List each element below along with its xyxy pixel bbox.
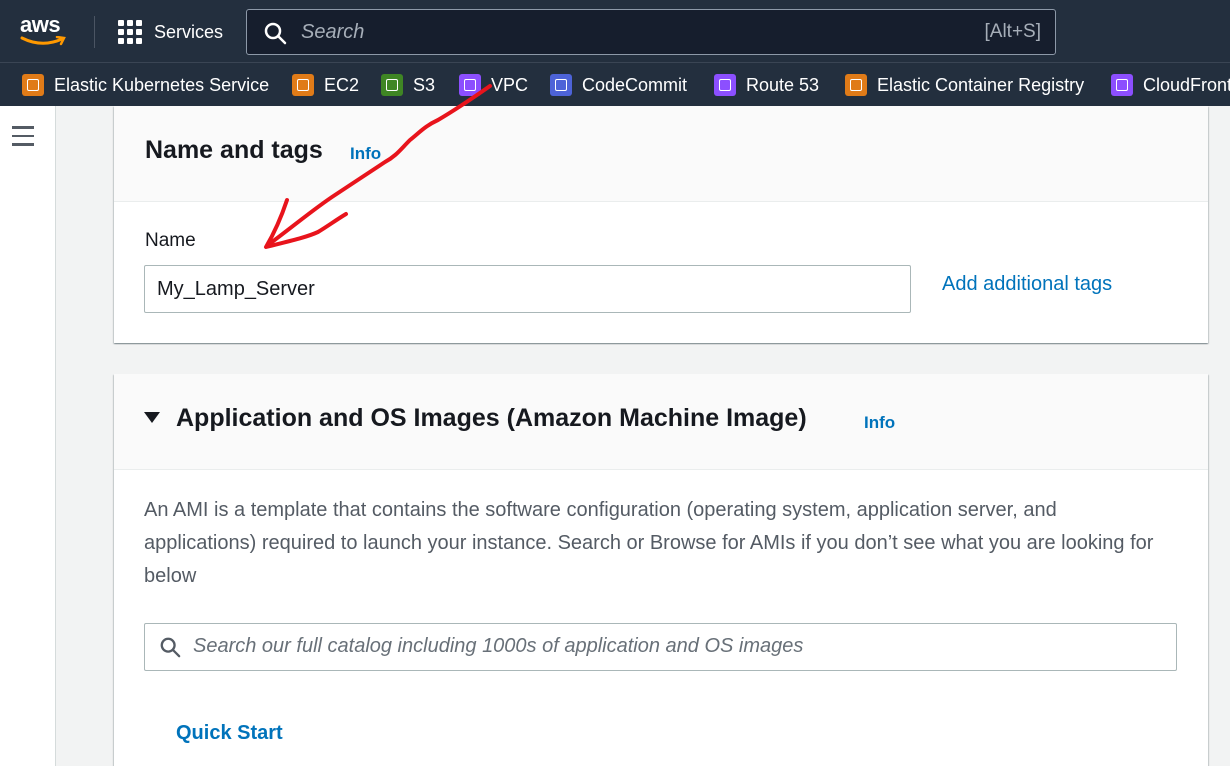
add-additional-tags-link[interactable]: Add additional tags [942,273,1112,296]
services-label: Services [154,21,224,42]
apps-grid-icon [118,20,142,44]
menu-hamburger-icon[interactable] [12,126,36,146]
favorite-eks[interactable]: Elastic Kubernetes Service [22,73,269,97]
ami-panel: Application and OS Images (Amazon Machin… [114,374,1208,766]
s3-icon [381,74,403,96]
panel-title: Name and tags [145,136,323,164]
favorite-label: Route 53 [746,74,820,95]
top-navigation-bar: aws Services Search [Alt+S] [0,0,1230,62]
aws-smile-icon [20,36,66,46]
aws-logo[interactable]: aws [20,12,70,50]
favorite-vpc[interactable]: VPC [459,73,528,97]
favorite-s3[interactable]: S3 [381,73,435,97]
favorite-label: Elastic Kubernetes Service [54,74,270,95]
search-icon [160,637,181,658]
favorite-ec2[interactable]: EC2 [292,73,359,97]
ec2-icon [292,74,314,96]
ecr-icon [845,74,867,96]
favorites-bar: Elastic Kubernetes Service EC2 S3 VPC Co… [0,62,1230,106]
favorite-label: CodeCommit [582,74,688,95]
ami-search-placeholder: Search our full catalog including 1000s … [193,635,804,657]
name-and-tags-panel: Name and tags Info Name Add additional t… [114,106,1208,343]
codecommit-icon [550,74,572,96]
nav-divider [94,16,95,48]
cloudfront-icon [1111,74,1133,96]
instance-name-input[interactable] [144,265,911,313]
panel-title: Application and OS Images (Amazon Machin… [176,404,807,432]
favorite-label: CloudFront [1143,74,1230,95]
favorite-label: VPC [491,74,529,95]
favorite-label: EC2 [324,74,360,95]
vpc-icon [459,74,481,96]
favorite-ecr[interactable]: Elastic Container Registry [845,73,1084,97]
panel-header: Name and tags Info [114,106,1208,202]
ami-description: An AMI is a template that contains the s… [144,499,1154,587]
route53-icon [714,74,736,96]
ami-search-input[interactable]: Search our full catalog including 1000s … [144,623,1177,671]
name-field-label: Name [145,230,196,251]
search-placeholder: Search [301,21,365,43]
global-search-input[interactable]: Search [Alt+S] [246,9,1056,55]
panel-header: Application and OS Images (Amazon Machin… [114,374,1208,470]
info-link[interactable]: Info [864,413,895,433]
favorite-codecommit[interactable]: CodeCommit [550,73,687,97]
search-icon [264,22,287,45]
aws-logo-text: aws [20,12,61,37]
quick-start-tab[interactable]: Quick Start [176,722,283,745]
services-menu-button[interactable]: Services [118,20,223,44]
search-shortcut-hint: [Alt+S] [984,21,1042,42]
info-link[interactable]: Info [350,144,381,164]
favorite-cloudfront[interactable]: CloudFront [1111,73,1230,97]
caret-down-icon[interactable] [144,412,160,423]
favorite-label: Elastic Container Registry [877,74,1085,95]
favorite-label: S3 [413,74,436,95]
favorite-route53[interactable]: Route 53 [714,73,819,97]
eks-icon [22,74,44,96]
side-navigation [0,106,56,766]
